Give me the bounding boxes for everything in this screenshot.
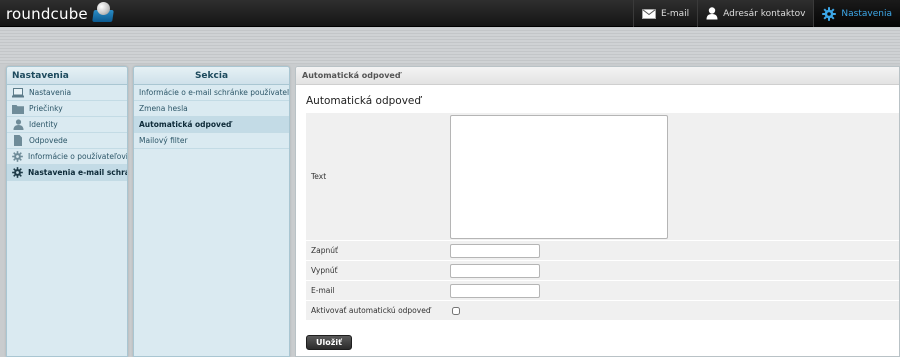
nav-item-label: Nastavenia e-mail schránky	[28, 168, 127, 177]
content-panel: Automatická odpoveď Automatická odpoveď …	[295, 66, 900, 357]
nav-item-mailbox-settings[interactable]: Nastavenia e-mail schránky	[7, 165, 127, 181]
section-change-password[interactable]: Zmena hesla	[134, 101, 289, 117]
settings-nav-header: Nastavenia	[7, 67, 127, 85]
activate-label: Aktivovať automatickú odpoveď	[311, 306, 431, 315]
disable-label: Vypnúť	[311, 266, 338, 275]
topnav-email-label: E-mail	[660, 8, 690, 19]
nav-item-folders[interactable]: Priečinky	[7, 101, 127, 117]
nav-item-user-info[interactable]: Informácie o používateľovi	[7, 149, 127, 165]
settings-nav-panel: Nastavenia Nastavenia Priečinky Identity…	[6, 66, 128, 357]
topnav-contacts-label: Adresár kontaktov	[723, 8, 806, 19]
content-header: Automatická odpoveď	[296, 67, 899, 85]
nav-item-responses[interactable]: Odpovede	[7, 133, 127, 149]
topnav-email[interactable]: E-mail	[632, 0, 697, 27]
roundcube-logo[interactable]: roundcube	[6, 1, 116, 27]
gear-icon	[12, 167, 23, 179]
disable-date-input[interactable]	[450, 263, 540, 278]
contact-icon	[706, 7, 718, 20]
email-input[interactable]	[450, 283, 540, 298]
nav-item-label: Informácie o používateľovi	[28, 152, 127, 161]
text-label: Text	[311, 172, 327, 181]
gear-icon	[822, 6, 837, 21]
form-title: Automatická odpoveď	[306, 95, 422, 107]
top-bar: roundcube E-mail Adresár kontaktov Nasta…	[0, 0, 900, 27]
text-textarea[interactable]	[450, 114, 668, 239]
nav-item-label: Priečinky	[29, 104, 63, 113]
settings-nav-list: Nastavenia Priečinky Identity Odpovede I…	[7, 85, 127, 181]
gear-icon	[12, 151, 23, 163]
section-mailbox-info[interactable]: Informácie o e-mail schránke používateľa	[134, 85, 289, 101]
form-row-enable: Zapnúť	[306, 241, 899, 261]
nav-item-preferences[interactable]: Nastavenia	[7, 85, 127, 101]
topnav-settings[interactable]: Nastavenia	[813, 0, 900, 27]
mail-icon	[641, 8, 656, 19]
activate-checkbox[interactable]	[452, 306, 460, 315]
top-navigation: E-mail Adresár kontaktov Nastavenia	[632, 0, 900, 27]
enable-label: Zapnúť	[311, 246, 338, 255]
form-row-text: Text	[306, 113, 899, 241]
document-icon	[12, 135, 24, 147]
section-auto-reply[interactable]: Automatická odpoveď	[134, 117, 289, 133]
nav-item-label: Nastavenia	[29, 88, 72, 97]
email-label: E-mail	[311, 286, 335, 295]
logo-cube-icon	[90, 1, 116, 25]
logo-text: roundcube	[6, 5, 88, 23]
sections-list: Informácie o e-mail schránke používateľa…	[134, 85, 289, 149]
nav-item-label: Identity	[29, 120, 58, 129]
auto-reply-form: Text Zapnúť Vypnúť E-mail Aktivovať auto…	[306, 113, 899, 321]
topnav-settings-label: Nastavenia	[841, 8, 892, 19]
nav-item-identities[interactable]: Identity	[7, 117, 127, 133]
sections-panel: Sekcia Informácie o e-mail schránke použ…	[133, 66, 290, 357]
nav-item-label: Odpovede	[29, 136, 68, 145]
topnav-contacts[interactable]: Adresár kontaktov	[697, 0, 813, 27]
person-icon	[12, 119, 24, 131]
enable-date-input[interactable]	[450, 243, 540, 258]
form-row-activate: Aktivovať automatickú odpoveď	[306, 301, 899, 321]
laptop-icon	[12, 87, 24, 99]
sections-header: Sekcia	[134, 67, 289, 85]
section-mail-filter[interactable]: Mailový filter	[134, 133, 289, 149]
form-row-email: E-mail	[306, 281, 899, 301]
form-row-disable: Vypnúť	[306, 261, 899, 281]
header-band	[0, 28, 900, 64]
folder-icon	[12, 103, 24, 115]
save-button[interactable]: Uložiť	[306, 335, 352, 350]
